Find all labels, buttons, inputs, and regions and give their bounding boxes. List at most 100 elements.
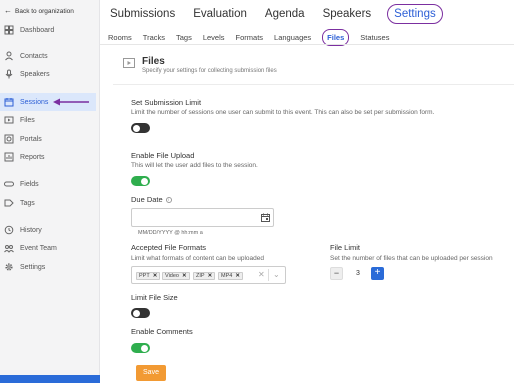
section-divider xyxy=(113,84,514,85)
calendar-picker-icon[interactable] xyxy=(261,213,270,222)
sidebar-item-label: Event Team xyxy=(20,244,57,252)
remove-chip-icon[interactable]: ✕ xyxy=(182,273,187,280)
sidebar: ← Back to organization Dashboard Contact… xyxy=(0,0,100,383)
tab-submissions[interactable]: Submissions xyxy=(108,5,177,23)
section-subtitle: Specify your settings for collecting sub… xyxy=(142,68,277,74)
formats-label: Accepted File Formats xyxy=(131,243,207,252)
sidebar-item-history[interactable]: History xyxy=(0,221,96,239)
subtab-levels[interactable]: Levels xyxy=(203,33,225,42)
due-date-label: Due Date i xyxy=(131,195,172,204)
annotation-arrow-icon xyxy=(53,98,89,106)
gear-icon xyxy=(4,262,14,272)
sidebar-item-label: Fields xyxy=(20,180,39,188)
sidebar-item-label: Sessions xyxy=(20,98,49,106)
submission-limit-label: Set Submission Limit xyxy=(131,98,202,107)
header-divider xyxy=(100,44,514,45)
file-upload-desc: This will let the user add files to the … xyxy=(131,162,258,169)
tab-evaluation[interactable]: Evaluation xyxy=(191,5,249,23)
submission-limit-desc: Limit the number of sessions one user ca… xyxy=(131,109,435,116)
chevron-down-icon[interactable]: ⌄ xyxy=(273,270,280,279)
sidebar-item-dashboard[interactable]: Dashboard xyxy=(0,21,96,39)
user-icon xyxy=(4,51,14,61)
tag-icon xyxy=(4,198,14,208)
subtab-rooms[interactable]: Rooms xyxy=(108,33,132,42)
arrow-left-icon: ← xyxy=(4,6,12,15)
team-icon xyxy=(4,243,14,253)
sidebar-item-label: Tags xyxy=(20,199,35,207)
microphone-icon xyxy=(4,69,14,79)
file-limit-label: File Limit xyxy=(330,243,361,252)
section-title: Files xyxy=(142,56,165,67)
tab-speakers[interactable]: Speakers xyxy=(321,5,374,23)
sidebar-item-label: Files xyxy=(20,116,35,124)
file-limit-desc: Set the number of files that can be uplo… xyxy=(330,255,493,262)
subtab-statuses[interactable]: Statuses xyxy=(360,33,389,42)
due-date-input[interactable] xyxy=(131,208,274,227)
sidebar-item-fields[interactable]: Fields xyxy=(0,175,96,193)
sidebar-item-portals[interactable]: Portals xyxy=(0,130,96,148)
sidebar-item-label: History xyxy=(20,226,42,234)
file-limit-increment-button[interactable]: + xyxy=(371,267,384,280)
sidebar-item-files[interactable]: Files xyxy=(0,111,96,129)
submission-limit-toggle[interactable] xyxy=(131,123,150,133)
chip-label: ZIP xyxy=(196,272,205,279)
remove-chip-icon[interactable]: ✕ xyxy=(208,273,213,280)
sidebar-item-contacts[interactable]: Contacts xyxy=(0,47,96,65)
save-button[interactable]: Save xyxy=(136,365,166,381)
file-upload-label: Enable File Upload xyxy=(131,151,195,160)
calendar-icon xyxy=(4,97,14,107)
tab-agenda[interactable]: Agenda xyxy=(263,5,307,23)
file-limit-decrement-button[interactable]: − xyxy=(330,267,343,280)
portal-icon xyxy=(4,134,14,144)
toggle-knob xyxy=(141,177,148,185)
toggle-knob xyxy=(141,344,148,352)
file-video-icon xyxy=(123,58,135,68)
formats-desc: Limit what formats of content can be upl… xyxy=(131,255,264,262)
due-date-label-text: Due Date xyxy=(131,195,163,204)
chip-label: MP4 xyxy=(221,272,233,279)
history-icon xyxy=(4,225,14,235)
sidebar-item-label: Speakers xyxy=(20,70,50,78)
sidebar-footer-bar xyxy=(0,375,100,383)
chart-icon xyxy=(4,152,14,162)
sidebar-item-label: Dashboard xyxy=(20,26,55,34)
format-chip: MP4 ✕ xyxy=(218,272,243,280)
main-tabs: Submissions Evaluation Agenda Speakers S… xyxy=(108,4,443,24)
file-size-label: Limit File Size xyxy=(131,293,178,302)
play-icon xyxy=(4,115,14,125)
toggle-knob xyxy=(133,309,140,317)
file-upload-toggle[interactable] xyxy=(131,176,150,186)
comments-toggle[interactable] xyxy=(131,343,150,353)
format-chip: Video ✕ xyxy=(162,272,190,280)
tab-settings[interactable]: Settings xyxy=(387,4,443,24)
fields-icon xyxy=(4,179,14,189)
sidebar-item-reports[interactable]: Reports xyxy=(0,148,96,166)
remove-chip-icon[interactable]: ✕ xyxy=(153,273,158,280)
sidebar-item-label: Portals xyxy=(20,135,42,143)
format-chip: PPT ✕ xyxy=(136,272,161,280)
due-date-format-hint: MM/DD/YYYY @ hh:mm a xyxy=(138,230,203,236)
subtab-tracks[interactable]: Tracks xyxy=(143,33,165,42)
file-limit-value[interactable]: 3 xyxy=(356,270,360,277)
subtab-languages[interactable]: Languages xyxy=(274,33,311,42)
sidebar-item-tags[interactable]: Tags xyxy=(0,194,96,212)
back-to-organization-link[interactable]: ← Back to organization xyxy=(4,7,74,15)
chip-label: Video xyxy=(165,272,179,279)
subtab-formats[interactable]: Formats xyxy=(236,33,264,42)
format-chip: ZIP ✕ xyxy=(193,272,216,280)
comments-label: Enable Comments xyxy=(131,327,193,336)
select-separator xyxy=(268,269,269,281)
sidebar-item-label: Reports xyxy=(20,153,45,161)
back-label: Back to organization xyxy=(15,7,74,15)
sidebar-item-event-team[interactable]: Event Team xyxy=(0,239,96,257)
sidebar-item-label: Contacts xyxy=(20,52,48,60)
sidebar-item-label: Settings xyxy=(20,263,46,271)
subtab-tags[interactable]: Tags xyxy=(176,33,192,42)
file-size-toggle[interactable] xyxy=(131,308,150,318)
sidebar-item-speakers[interactable]: Speakers xyxy=(0,65,96,83)
clear-all-icon[interactable]: ✕ xyxy=(258,270,265,279)
dashboard-icon xyxy=(4,25,14,35)
remove-chip-icon[interactable]: ✕ xyxy=(235,273,240,280)
toggle-knob xyxy=(133,124,140,132)
sidebar-item-settings[interactable]: Settings xyxy=(0,258,96,276)
